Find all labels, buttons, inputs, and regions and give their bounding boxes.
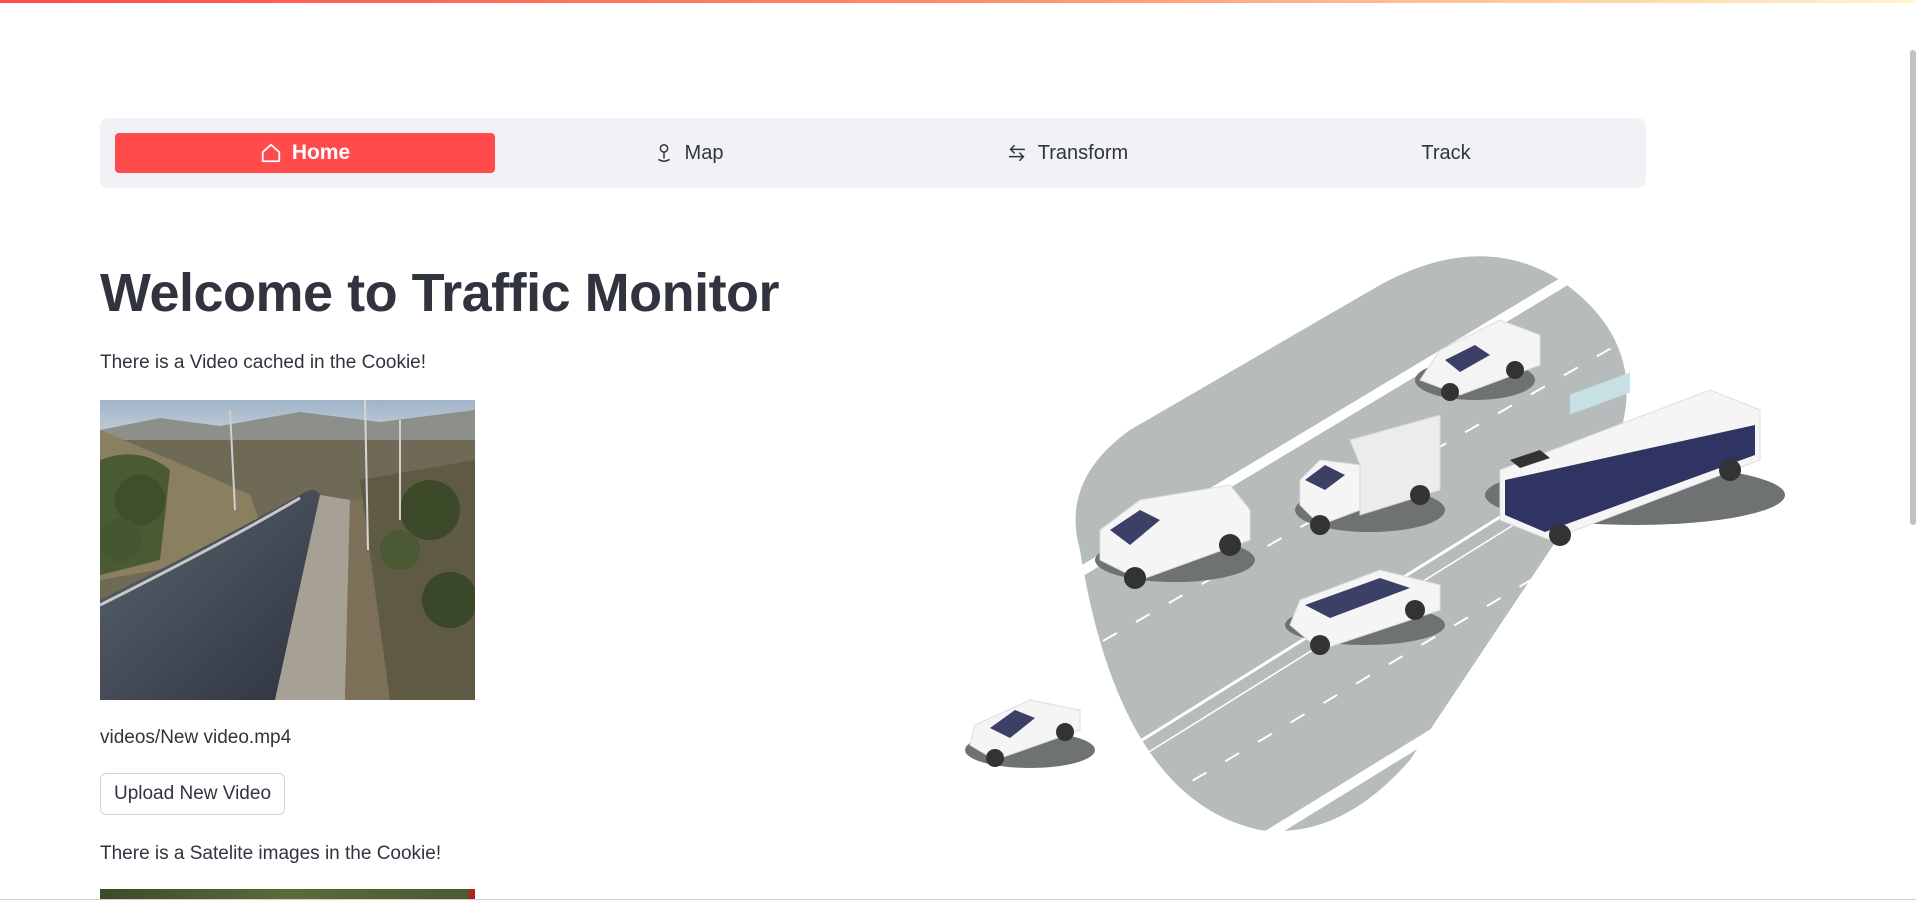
upload-video-button[interactable]: Upload New Video [100,773,285,815]
satellite-status-text: There is a Satelite images in the Cookie… [100,843,442,864]
traffic-illustration [960,240,1820,845]
house-icon [261,143,280,163]
nav-item-home[interactable]: Home [115,133,495,173]
nav-item-track[interactable]: Track [1256,133,1636,173]
video-path-text: videos/New video.mp4 [100,727,292,748]
nav-item-label: Map [684,141,724,164]
nav-item-label: Home [291,141,351,164]
video-thumbnail [100,400,475,700]
page-title: Welcome to Traffic Monitor [100,263,780,323]
top-decoration-bar [0,0,1916,3]
map-pin-icon [657,144,670,162]
nav-item-transform[interactable]: Transform [877,133,1257,173]
navigation-bar: Home Map Transform Track [100,118,1646,188]
scrollbar[interactable] [1910,50,1916,525]
nav-item-label: Transform [1037,141,1129,164]
arrows-swap-icon [1008,144,1025,162]
nav-item-label: Track [1421,141,1471,164]
video-status-text: There is a Video cached in the Cookie! [100,352,427,373]
nav-item-map[interactable]: Map [498,133,878,173]
